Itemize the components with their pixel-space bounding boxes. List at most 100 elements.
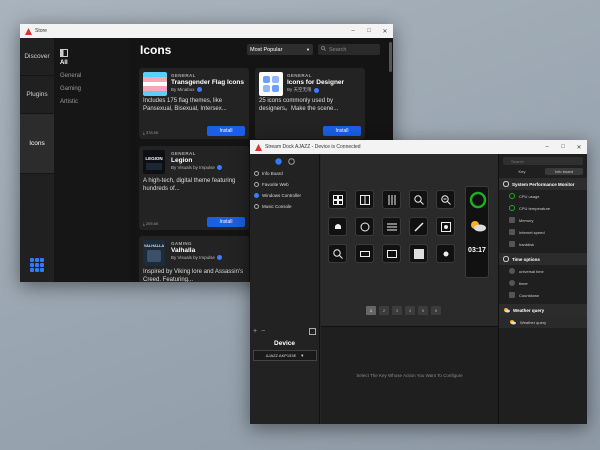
radio-selected-icon — [254, 193, 259, 198]
icon-pack-card[interactable]: GENERAL Transgender Flag Icons By Minabo… — [139, 68, 249, 139]
card-description: Inspired by Viking lore and Assassin's C… — [143, 269, 244, 282]
category-all[interactable]: All — [60, 60, 130, 66]
action-item[interactable]: CPU usage — [499, 190, 587, 202]
legion-thumb-text: LEGION — [145, 156, 162, 161]
category-artistic[interactable]: Artistic — [60, 99, 130, 105]
tab-key[interactable]: Key — [503, 168, 541, 175]
key-sliders-icon[interactable] — [382, 190, 401, 209]
action-item[interactable]: Countdown — [499, 289, 587, 301]
card-author: By Visuals by Impulse — [171, 255, 222, 260]
icon-pack-card[interactable]: GENERAL Icons for Designer By 天空无限 25 ic… — [255, 68, 365, 139]
page-selector: 1 2 3 4 5 6 — [366, 306, 441, 315]
weather-icon — [503, 307, 510, 314]
page-button[interactable]: 5 — [418, 306, 428, 315]
profile-item[interactable]: Favorite Web — [250, 179, 319, 190]
icon-pack-card[interactable]: VALHALLA GAMING Valhalla By Visuals by I… — [139, 236, 249, 282]
card-category: GAMING — [171, 241, 192, 246]
action-item[interactable]: Internet speed — [499, 226, 587, 238]
store-scrollbar[interactable] — [389, 42, 392, 72]
clock-display: 03:17 — [468, 247, 486, 254]
key-windows-icon[interactable] — [409, 244, 428, 263]
key-zoom-out-icon[interactable] — [436, 190, 455, 209]
dock-logo-icon — [254, 143, 262, 151]
icon-pack-card[interactable]: LEGION GENERAL Legion By Visuals by Impu… — [139, 146, 249, 230]
profile-icon[interactable] — [274, 152, 282, 170]
page-button[interactable]: 4 — [405, 306, 415, 315]
maximize-button[interactable]: □ — [555, 144, 571, 150]
card-description: Includes 175 flag themes, like Pansexual… — [143, 98, 227, 112]
gauge-icon — [509, 205, 515, 211]
category-general[interactable]: General — [60, 73, 130, 79]
key-smiley-icon[interactable] — [355, 217, 374, 236]
card-description: A high-tech, digital theme featuring hun… — [143, 178, 236, 192]
profile-item[interactable]: Windows Controller — [250, 190, 319, 201]
key-canvas: 03:17 1 2 3 4 5 6 — [321, 154, 498, 326]
nav-discover[interactable]: Discover — [20, 38, 54, 76]
valhalla-thumb-text: VALHALLA — [144, 244, 164, 248]
key-grid-alt-icon[interactable] — [355, 190, 374, 209]
legion-thumbnail: LEGION — [143, 150, 165, 174]
close-button[interactable]: ✕ — [377, 28, 393, 35]
cpu-gauge-icon — [469, 191, 487, 209]
close-button[interactable]: ✕ — [571, 144, 587, 151]
card-name: Transgender Flag Icons — [171, 79, 244, 86]
key-brightness-icon[interactable] — [436, 244, 455, 263]
install-button[interactable]: Install — [207, 217, 245, 227]
install-button[interactable]: Install — [207, 126, 245, 136]
key-link-icon[interactable] — [409, 217, 428, 236]
page-button[interactable]: 2 — [379, 306, 389, 315]
profile-panel: Info Board Favorite Web Windows Controll… — [250, 154, 320, 424]
key-window-icon[interactable] — [382, 244, 401, 263]
key-grid-icon[interactable] — [328, 190, 347, 209]
key-screenshot-icon[interactable] — [436, 217, 455, 236]
page-button[interactable]: 3 — [392, 306, 402, 315]
card-name: Icons for Designer — [287, 79, 345, 86]
category-gaming[interactable]: Gaming — [60, 86, 130, 92]
action-item[interactable]: universal time — [499, 265, 587, 277]
config-hint: Select The Key Whose Action You Want To … — [356, 373, 463, 378]
remove-profile-button[interactable]: − — [261, 328, 265, 337]
group-weather[interactable]: Weather query — [499, 304, 587, 316]
group-time-options[interactable]: Time options — [499, 253, 587, 265]
maximize-button[interactable]: □ — [361, 28, 377, 34]
actions-search-input[interactable]: Search — [503, 157, 583, 165]
minimize-button[interactable]: – — [345, 28, 361, 34]
search-input[interactable]: Search — [318, 44, 380, 55]
nav-icons[interactable]: Icons — [20, 114, 54, 174]
trans-flag-thumbnail — [143, 72, 167, 96]
grid-menu-icon[interactable] — [20, 248, 54, 282]
action-item[interactable]: CPU temperature — [499, 202, 587, 214]
key-list-icon[interactable] — [382, 217, 401, 236]
device-dropdown[interactable]: AJAZZ AKP153E ▼ — [253, 350, 317, 361]
key-search-icon[interactable] — [328, 244, 347, 263]
action-item[interactable]: timer — [499, 277, 587, 289]
hourglass-icon — [509, 292, 515, 298]
chevron-down-icon: ▼ — [306, 47, 310, 52]
minimize-button[interactable]: – — [539, 144, 555, 150]
info-board-strip[interactable]: 03:17 — [465, 186, 489, 278]
sort-dropdown[interactable]: Most Popular ▼ — [247, 44, 313, 55]
key-bell-icon[interactable] — [328, 217, 347, 236]
dock-titlebar: Stream Dock AJAZZ - Device is Connected … — [250, 140, 587, 154]
group-system-performance[interactable]: System Performance Monitor — [499, 178, 587, 190]
export-icon[interactable] — [309, 328, 316, 337]
card-downloads: ⤓ 205.6K — [143, 221, 159, 226]
device-value: AJAZZ AKP153E — [265, 353, 297, 358]
key-keyboard-icon[interactable] — [355, 244, 374, 263]
profile-item[interactable]: Music Console — [250, 201, 319, 212]
settings-icon[interactable] — [287, 152, 295, 170]
action-item[interactable]: harddisk — [499, 238, 587, 250]
action-item[interactable]: Weather query — [499, 316, 587, 328]
nav-plugins[interactable]: Plugins — [20, 76, 54, 114]
page-button[interactable]: 6 — [431, 306, 441, 315]
collapse-panel-icon[interactable] — [60, 44, 68, 57]
action-item[interactable]: Memory — [499, 214, 587, 226]
install-button[interactable]: Install — [323, 126, 361, 136]
globe-icon — [509, 268, 515, 274]
key-zoom-in-icon[interactable] — [409, 190, 428, 209]
profile-item[interactable]: Info Board — [250, 168, 319, 179]
page-button[interactable]: 1 — [366, 306, 376, 315]
add-profile-button[interactable]: + — [253, 328, 257, 337]
tab-info-board[interactable]: Info board — [545, 168, 583, 175]
timer-icon — [509, 280, 515, 286]
